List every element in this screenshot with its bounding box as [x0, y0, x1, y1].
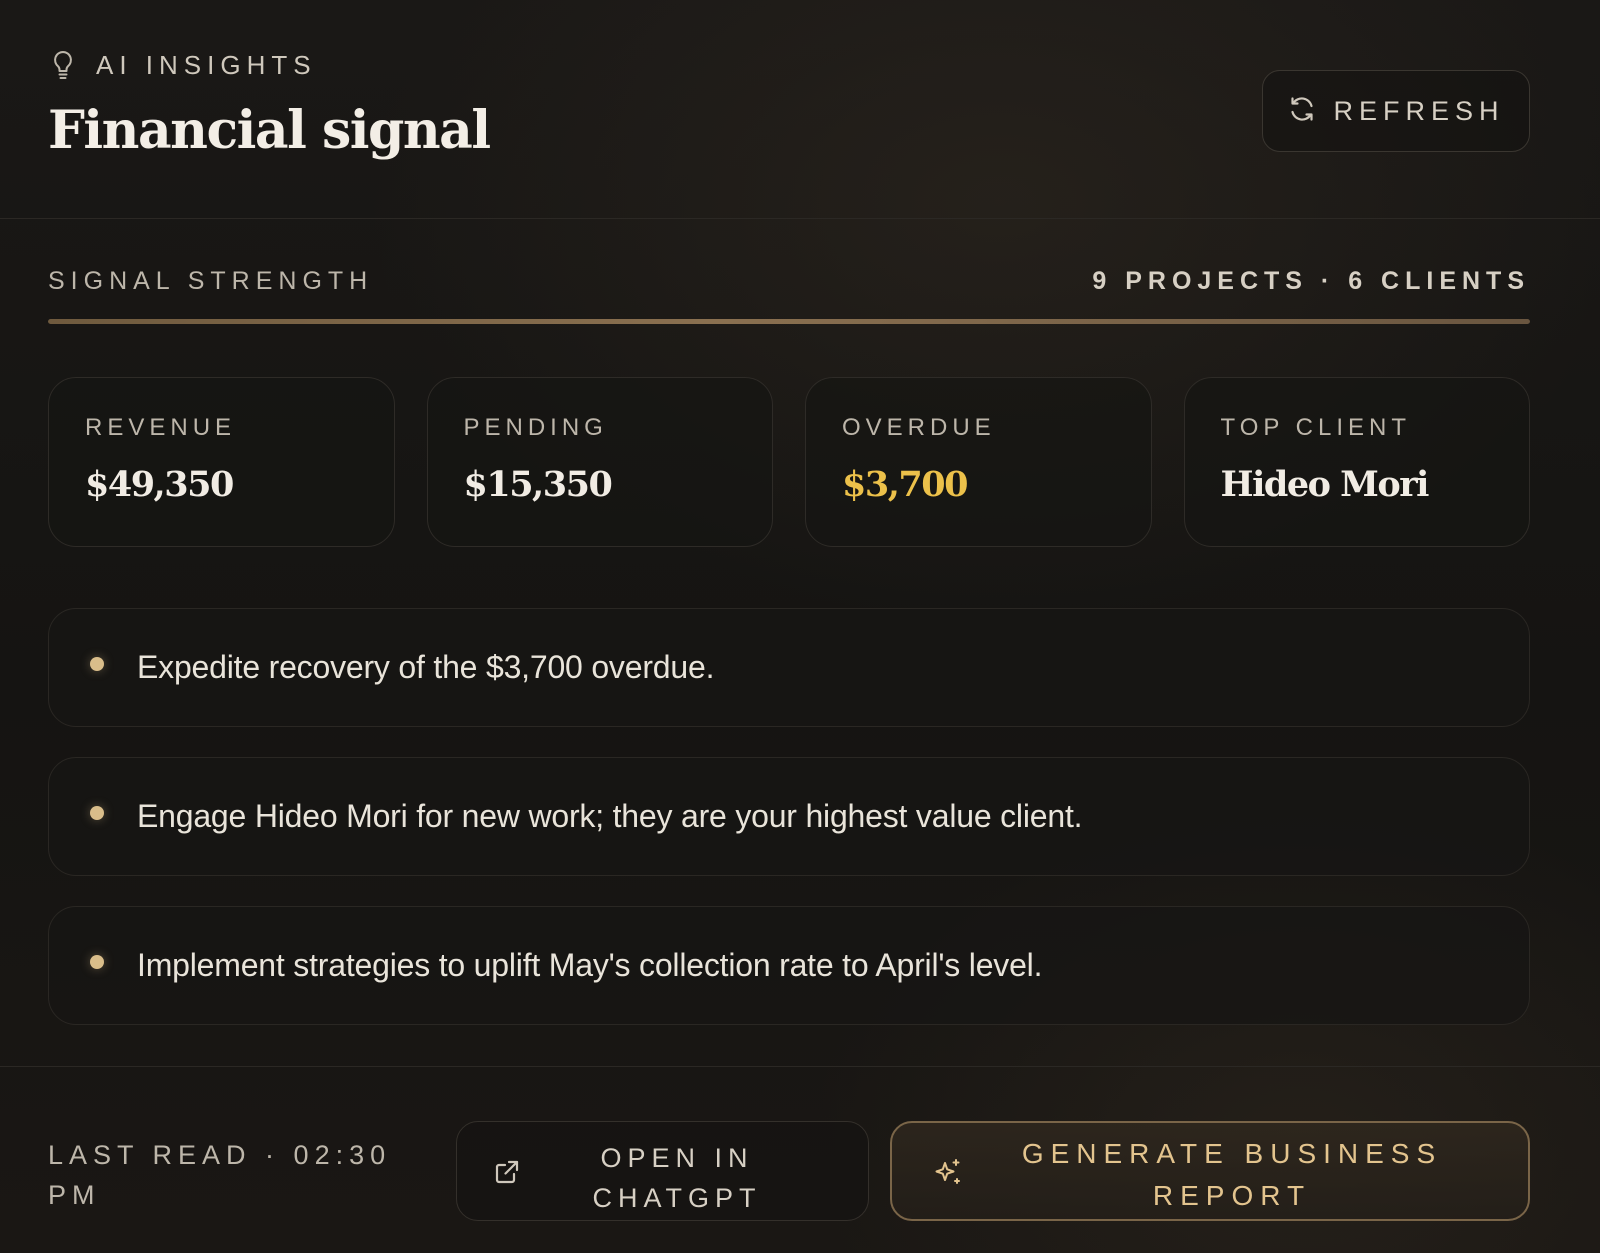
insight-item: Implement strategies to uplift May's col… [48, 906, 1530, 1025]
page-title: Financial signal [48, 100, 491, 161]
insight-text: Implement strategies to uplift May's col… [137, 947, 1043, 983]
metric-label: REVENUE [85, 414, 237, 441]
metric-label: PENDING [463, 414, 608, 441]
metric-value: $15,350 [463, 464, 613, 505]
metric-card-revenue: REVENUE $49,350 [48, 377, 395, 547]
panel-header: AI INSIGHTS Financial signal REFRESH [0, 0, 1600, 219]
bullet-dot-icon [90, 805, 104, 820]
refresh-button[interactable]: REFRESH [1262, 70, 1530, 152]
metric-card-pending: PENDING $15,350 [426, 377, 773, 547]
bullet-dot-icon [90, 954, 104, 969]
metric-value: $3,700 [842, 464, 968, 505]
lightbulb-icon [50, 50, 76, 80]
last-read-timestamp: LAST READ · 02:30 PM [48, 1140, 392, 1210]
insight-item: Engage Hideo Mori for new work; they are… [48, 757, 1530, 876]
signal-meta: 9 PROJECTS · 6 CLIENTS [1092, 266, 1530, 295]
sparkle-icon [932, 1157, 964, 1189]
ai-insights-panel: AI INSIGHTS Financial signal REFRESH SIG… [0, 0, 1600, 1253]
insights-list: Expedite recovery of the $3,700 overdue.… [48, 608, 1530, 1055]
eyebrow: AI INSIGHTS [50, 50, 317, 80]
eyebrow-label: AI INSIGHTS [96, 49, 317, 80]
bullet-dot-icon [90, 656, 104, 671]
metric-value: $49,350 [85, 464, 234, 505]
metric-label: OVERDUE [842, 414, 996, 441]
signal-strength-row: SIGNAL STRENGTH 9 PROJECTS · 6 CLIENTS [48, 262, 1530, 300]
metric-card-top-client: TOP CLIENT Hideo Mori [1183, 377, 1530, 547]
generate-business-report-button[interactable]: GENERATE BUSINESS REPORT [890, 1121, 1530, 1221]
metric-label: TOP CLIENT [1220, 414, 1411, 441]
external-link-icon [493, 1158, 521, 1186]
metrics-row: REVENUE $49,350 PENDING $15,350 OVERDUE … [48, 377, 1530, 547]
signal-strength-bar [48, 319, 1530, 324]
refresh-icon [1287, 94, 1317, 129]
refresh-label: REFRESH [1333, 95, 1505, 126]
panel-footer: LAST READ · 02:30 PM OPEN IN CHATGPT GEN… [0, 1066, 1600, 1253]
open-in-chatgpt-button[interactable]: OPEN IN CHATGPT [456, 1121, 869, 1221]
metric-card-overdue: OVERDUE $3,700 [805, 377, 1152, 547]
insight-item: Expedite recovery of the $3,700 overdue. [48, 608, 1530, 727]
metric-value: Hideo Mori [1220, 464, 1430, 505]
generate-business-report-label: GENERATE BUSINESS REPORT [1021, 1138, 1443, 1211]
insight-text: Engage Hideo Mori for new work; they are… [137, 798, 1083, 834]
signal-strength-label: SIGNAL STRENGTH [48, 266, 374, 295]
open-in-chatgpt-label: OPEN IN CHATGPT [592, 1143, 762, 1213]
signal-strength-fill [48, 319, 1530, 324]
insight-text: Expedite recovery of the $3,700 overdue. [137, 649, 715, 685]
